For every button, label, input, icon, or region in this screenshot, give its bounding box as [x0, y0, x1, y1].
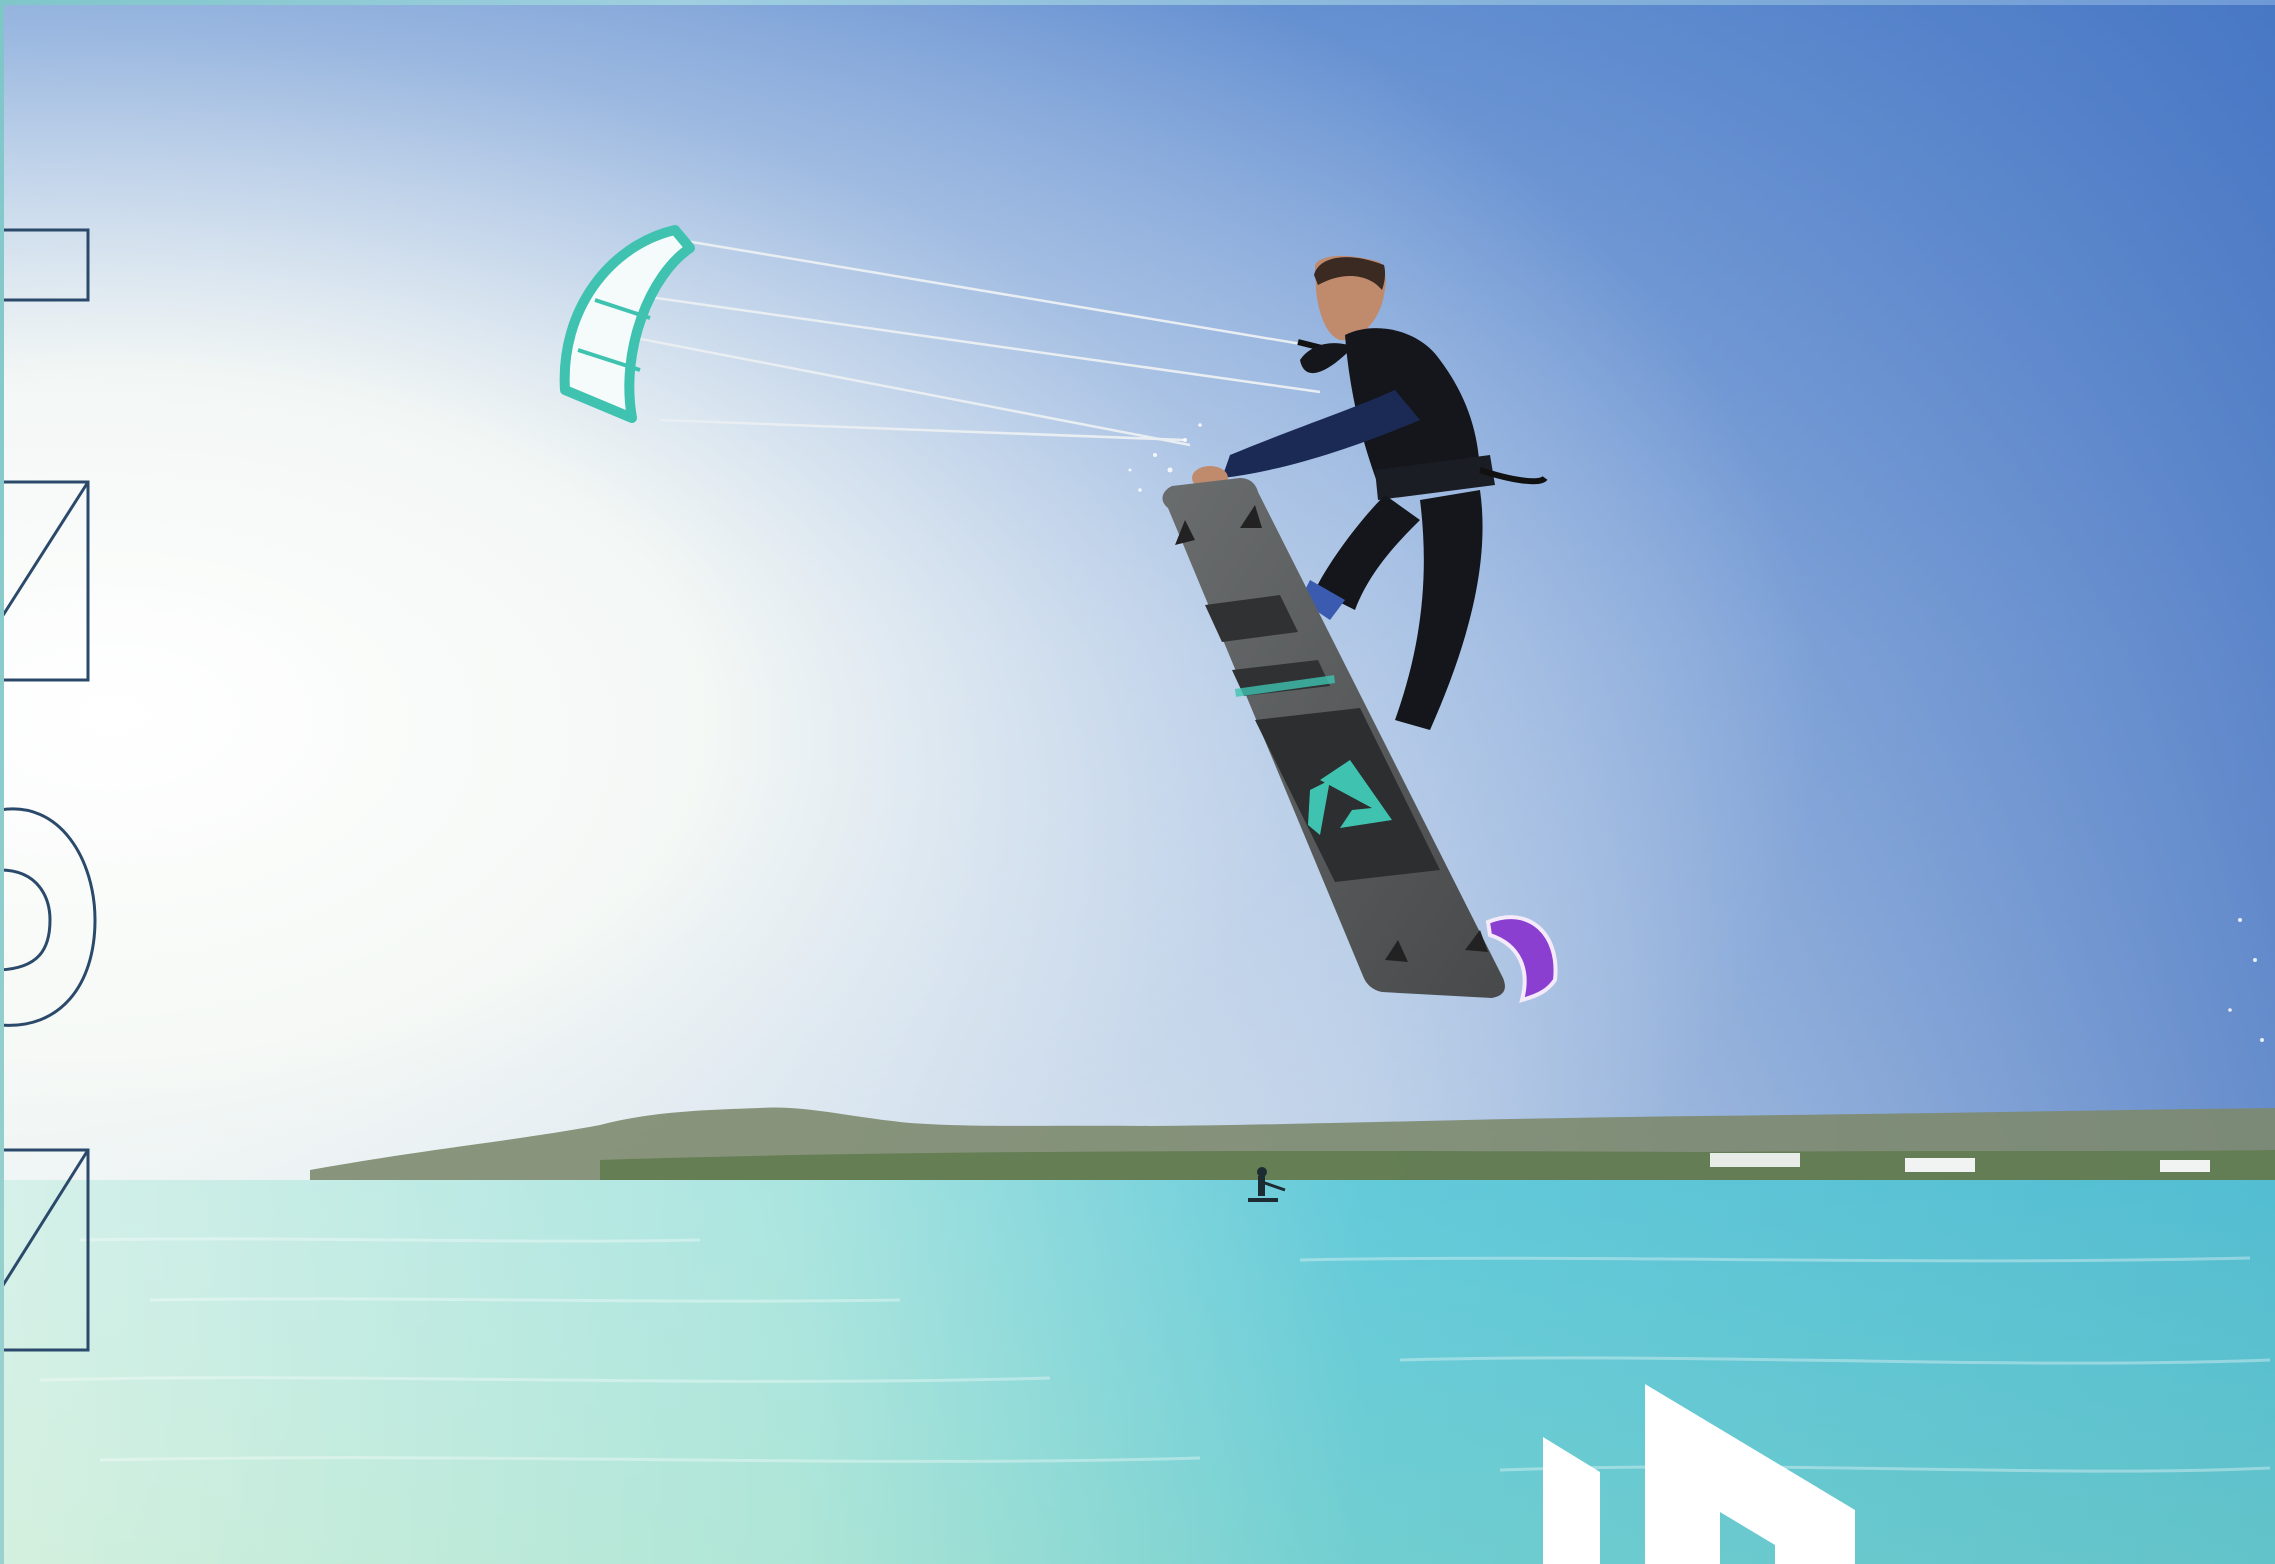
left-accent-line: [0, 0, 4, 1564]
sea-sheen: [0, 1180, 2275, 1564]
kitesurf-photo: [0, 0, 2275, 1564]
shore-house-2: [1905, 1158, 1975, 1172]
top-accent-line: [0, 0, 2275, 5]
shore-house-1: [1710, 1153, 1800, 1167]
sun-glare: [0, 0, 2275, 1300]
shore-house-3: [2160, 1160, 2210, 1172]
